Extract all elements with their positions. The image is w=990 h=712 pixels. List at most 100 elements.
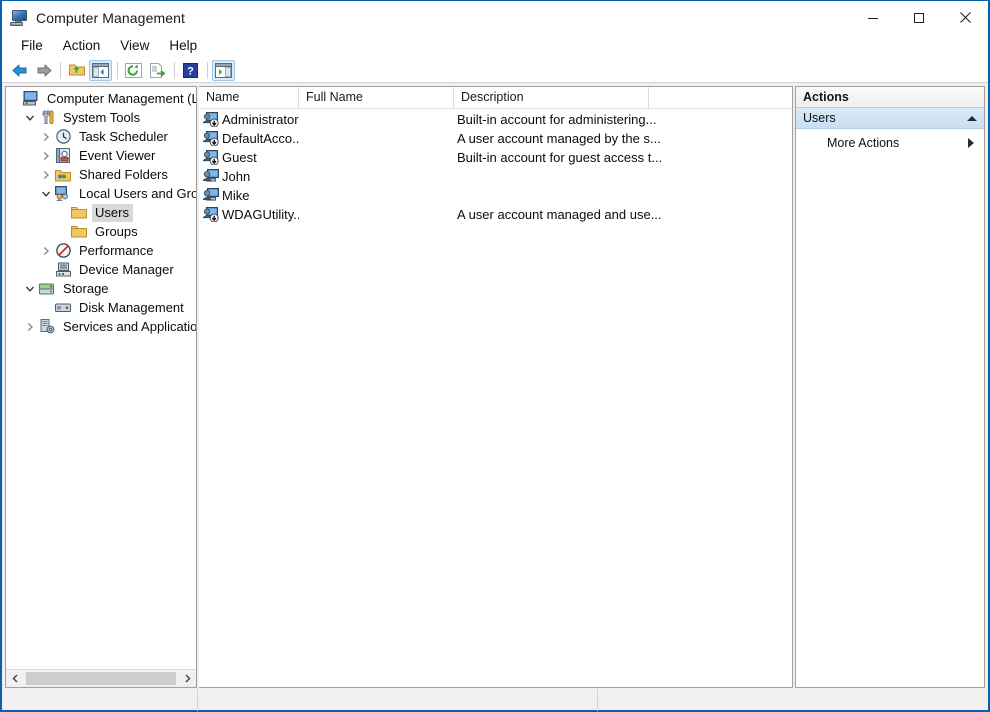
tree-item-label: Disk Management: [79, 299, 184, 315]
users-list-pane: Name Full Name Description Administrator Bu…: [199, 86, 793, 688]
device-manager-icon: [54, 262, 72, 277]
show-hide-console-tree-icon[interactable]: [89, 59, 112, 81]
tree-item-label: Computer Management (Local: [47, 90, 196, 106]
tree-item-label: Task Scheduler: [79, 128, 168, 144]
refresh-icon[interactable]: [122, 60, 145, 81]
column-header-name[interactable]: Name: [199, 87, 299, 109]
user-name-label: Administrator: [222, 112, 299, 127]
up-one-level-icon[interactable]: [65, 60, 88, 81]
cell-name: Guest: [199, 149, 299, 166]
menu-file[interactable]: File: [12, 36, 52, 56]
storage-icon: [38, 282, 56, 296]
chevron-down-icon[interactable]: [22, 113, 38, 123]
performance-icon: [55, 243, 71, 258]
tree-item-local-users-and-groups[interactable]: Local Users and Groups: [6, 184, 196, 203]
cell-name: Administrator: [199, 111, 299, 128]
tree-item-disk-management[interactable]: Disk Management: [6, 298, 196, 317]
close-button[interactable]: [942, 1, 988, 34]
menu-action[interactable]: Action: [54, 36, 110, 56]
tree-item-storage[interactable]: Storage: [6, 279, 196, 298]
table-row[interactable]: John: [199, 167, 792, 186]
back-icon[interactable]: [8, 60, 31, 81]
help-icon[interactable]: ?: [179, 60, 202, 81]
tree-item-services-and-applications[interactable]: Services and Applications: [6, 317, 196, 336]
user-disabled-icon: [203, 206, 219, 222]
tree-item-label: Users: [92, 203, 133, 222]
show-hide-action-pane-icon[interactable]: [212, 59, 235, 81]
title-bar: Computer Management: [2, 1, 988, 34]
maximize-button[interactable]: [896, 1, 942, 34]
users-list[interactable]: Administrator Built-in account for admini…: [199, 109, 792, 687]
tree-horizontal-scrollbar[interactable]: [6, 669, 196, 687]
chevron-right-icon[interactable]: [178, 670, 196, 687]
tree-item-system-tools[interactable]: System Tools: [6, 108, 196, 127]
minimize-button[interactable]: [850, 1, 896, 34]
column-header-full-name[interactable]: Full Name: [299, 87, 454, 109]
chevron-left-icon[interactable]: [6, 670, 24, 687]
table-row[interactable]: Mike: [199, 186, 792, 205]
table-row[interactable]: WDAGUtility... A user account managed and…: [199, 205, 792, 224]
event-viewer-icon: [54, 148, 72, 163]
cell-name: DefaultAcco...: [199, 130, 299, 147]
status-bar: [2, 688, 988, 711]
tree-item-device-manager[interactable]: Device Manager: [6, 260, 196, 279]
folder-icon: [71, 206, 87, 219]
toolbar-separator: [117, 61, 118, 79]
actions-group-users[interactable]: Users: [796, 108, 984, 129]
actions-pane: Actions Users More Actions: [795, 86, 985, 688]
tools-icon: [38, 110, 56, 125]
scrollbar-thumb[interactable]: [26, 672, 176, 685]
toolbar-separator: [174, 61, 175, 79]
cell-description: A user account managed and use...: [457, 207, 662, 222]
folder-icon: [71, 225, 87, 238]
toolbar-separator: [207, 61, 208, 79]
user-disabled-icon: [203, 111, 219, 127]
chevron-right-icon[interactable]: [38, 246, 54, 256]
services-icon: [40, 319, 55, 334]
chevron-right-icon[interactable]: [22, 322, 38, 332]
user-name-label: WDAGUtility...: [222, 207, 299, 222]
tree-item-label: Storage: [63, 280, 109, 296]
tree-item-shared-folders[interactable]: Shared Folders: [6, 165, 196, 184]
export-list-icon[interactable]: [146, 60, 169, 81]
cell-description: Built-in account for guest access t...: [457, 150, 663, 165]
chevron-right-icon[interactable]: [38, 170, 54, 180]
user-name-label: John: [222, 169, 251, 184]
chevron-down-icon[interactable]: [22, 284, 38, 294]
table-row[interactable]: Administrator Built-in account for admini…: [199, 110, 792, 129]
cell-name: WDAGUtility...: [199, 206, 299, 223]
services-icon: [38, 319, 56, 334]
action-more-actions[interactable]: More Actions: [796, 132, 984, 154]
tree-item-performance[interactable]: Performance: [6, 241, 196, 260]
actions-title: Actions: [796, 87, 984, 108]
table-row[interactable]: DefaultAcco... A user account managed by …: [199, 129, 792, 148]
tools-icon: [40, 110, 55, 125]
tree-item-users[interactable]: Users: [6, 203, 196, 222]
tree-item-task-scheduler[interactable]: Task Scheduler: [6, 127, 196, 146]
table-row[interactable]: Guest Built-in account for guest access t…: [199, 148, 792, 167]
shared-folder-icon: [55, 168, 71, 182]
tree-item-label: Device Manager: [79, 261, 174, 277]
user-name-label: DefaultAcco...: [222, 131, 299, 146]
users-group-icon: [55, 186, 71, 201]
tree-item-label: Shared Folders: [79, 166, 168, 182]
user-disabled-icon: [203, 206, 219, 223]
user-icon: [203, 187, 219, 203]
console-tree[interactable]: Computer Management (Local System Tools Ta…: [6, 87, 196, 669]
tree-item-groups[interactable]: Groups: [6, 222, 196, 241]
forward-icon[interactable]: [32, 60, 55, 81]
chevron-right-icon[interactable]: [38, 132, 54, 142]
triangle-up-icon[interactable]: [967, 115, 977, 121]
column-header-description[interactable]: Description: [454, 87, 649, 109]
tree-item-event-viewer[interactable]: Event Viewer: [6, 146, 196, 165]
content-area: Computer Management (Local System Tools Ta…: [2, 83, 988, 688]
chevron-down-icon[interactable]: [38, 189, 54, 199]
menu-help[interactable]: Help: [160, 36, 206, 56]
tree-item-computer-management-local[interactable]: Computer Management (Local: [6, 89, 196, 108]
window-title: Computer Management: [36, 9, 185, 26]
cell-description: A user account managed by the s...: [457, 131, 661, 146]
triangle-right-icon: [968, 138, 974, 148]
performance-icon: [54, 243, 72, 258]
chevron-right-icon[interactable]: [38, 151, 54, 161]
menu-view[interactable]: View: [111, 36, 158, 56]
